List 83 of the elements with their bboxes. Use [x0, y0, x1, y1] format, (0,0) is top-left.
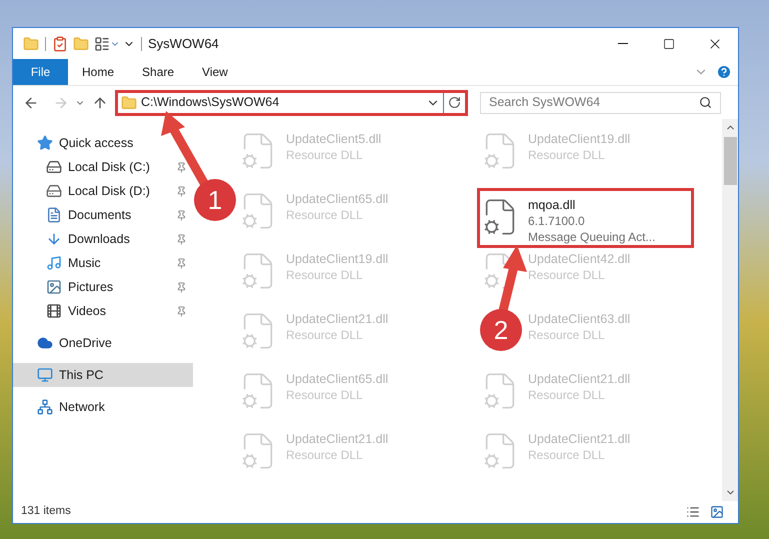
help-icon[interactable] — [716, 64, 732, 80]
search-icon[interactable] — [699, 96, 712, 109]
file-name: UpdateClient5.dll — [286, 131, 382, 147]
scroll-thumb[interactable] — [724, 137, 736, 185]
maximize-icon — [663, 38, 675, 50]
properties-icon[interactable] — [52, 36, 68, 52]
file-detail: Resource DLL — [528, 267, 606, 283]
file-detail: Message Queuing Act... — [528, 229, 656, 245]
system-drive-icon — [46, 159, 62, 175]
refresh-icon[interactable] — [448, 96, 461, 109]
nav-item[interactable]: OneDrive — [13, 331, 193, 355]
file-name: UpdateClient21.dll — [528, 371, 630, 387]
nav-item[interactable]: Local Disk (D:) — [13, 179, 193, 203]
nav-item[interactable]: Downloads — [13, 227, 193, 251]
file-name: UpdateClient42.dll — [528, 251, 630, 267]
search-field[interactable]: Search SysWOW64 — [480, 92, 721, 114]
nav-label: This PC — [59, 366, 104, 384]
file-detail: Resource DLL — [286, 267, 364, 283]
file-detail: 6.1.7100.0 — [528, 213, 586, 229]
file-item[interactable]: mqoa.dll 6.1.7100.0 Message Queuing Act... — [477, 188, 694, 248]
nav-item[interactable]: Quick access — [13, 131, 193, 155]
file-name: UpdateClient65.dll — [286, 191, 388, 207]
ribbon-tab[interactable]: View — [188, 59, 242, 85]
file-name: UpdateClient63.dll — [528, 311, 630, 327]
view-icon[interactable] — [94, 36, 110, 52]
nav-label: OneDrive — [59, 334, 112, 352]
downloads-icon — [46, 231, 62, 247]
music-icon — [46, 255, 62, 271]
file-detail: Resource DLL — [286, 327, 364, 343]
documents-icon — [46, 207, 62, 223]
file-detail: Resource DLL — [286, 207, 364, 223]
minimize-icon — [618, 43, 628, 44]
nav-label: Music — [68, 254, 101, 272]
file-detail: Resource DLL — [528, 447, 606, 463]
file-name: mqoa.dll — [528, 197, 576, 213]
pictures-icon — [46, 279, 62, 295]
star-icon — [37, 135, 53, 151]
nav-item[interactable]: Pictures — [13, 275, 193, 299]
nav-label: Downloads — [68, 230, 130, 248]
nav-label: Pictures — [68, 278, 114, 296]
details-view-icon[interactable] — [686, 505, 700, 519]
network-icon — [37, 399, 53, 415]
item-count: 131 items — [21, 504, 71, 520]
file-detail: Resource DLL — [286, 387, 364, 403]
ribbon-tab[interactable]: Share — [128, 59, 188, 85]
file-detail: Resource DLL — [528, 387, 606, 403]
file-name: UpdateClient21.dll — [286, 431, 388, 447]
drive-icon — [46, 183, 62, 199]
nav-item[interactable]: Music — [13, 251, 193, 275]
nav-label: Quick access — [59, 134, 134, 152]
ribbon-tab[interactable]: Home — [68, 59, 128, 85]
large-icons-view-icon[interactable] — [710, 505, 724, 519]
nav-item[interactable]: Local Disk (C:) — [13, 155, 193, 179]
file-detail: Resource DLL — [528, 327, 606, 343]
nav-label: Network — [59, 398, 105, 416]
scrollbar[interactable] — [722, 119, 738, 501]
window-title: SysWOW64 — [148, 34, 219, 53]
back-icon[interactable] — [23, 94, 39, 110]
file-name: UpdateClient65.dll — [286, 371, 388, 387]
videos-icon — [46, 303, 62, 319]
nav-item[interactable]: Network — [13, 395, 193, 419]
file-detail: Resource DLL — [286, 447, 364, 463]
file-name: UpdateClient19.dll — [528, 131, 630, 147]
search-input[interactable]: Search SysWOW64 — [481, 93, 699, 112]
nav-label: Videos — [68, 302, 106, 320]
file-tab[interactable]: File — [13, 59, 68, 85]
cloud-icon — [37, 335, 53, 351]
computer-icon — [37, 367, 53, 383]
file-name: UpdateClient21.dll — [528, 431, 630, 447]
address-path: C:\Windows\SysWOW64 — [141, 94, 280, 112]
folder-icon — [121, 94, 137, 110]
file-name: UpdateClient19.dll — [286, 251, 388, 267]
nav-item[interactable]: This PC — [13, 363, 193, 387]
address-field[interactable]: C:\Windows\SysWOW64 — [115, 90, 468, 116]
nav-item[interactable]: Documents — [13, 203, 193, 227]
nav-item[interactable]: Videos — [13, 299, 193, 323]
nav-label: Documents — [68, 206, 132, 224]
up-icon[interactable] — [92, 94, 108, 110]
nav-label: Local Disk (C:) — [68, 158, 150, 176]
file-detail: Resource DLL — [286, 147, 364, 163]
nav-label: Local Disk (D:) — [68, 182, 150, 200]
file-name: UpdateClient21.dll — [286, 311, 388, 327]
file-detail: Resource DLL — [528, 147, 606, 163]
